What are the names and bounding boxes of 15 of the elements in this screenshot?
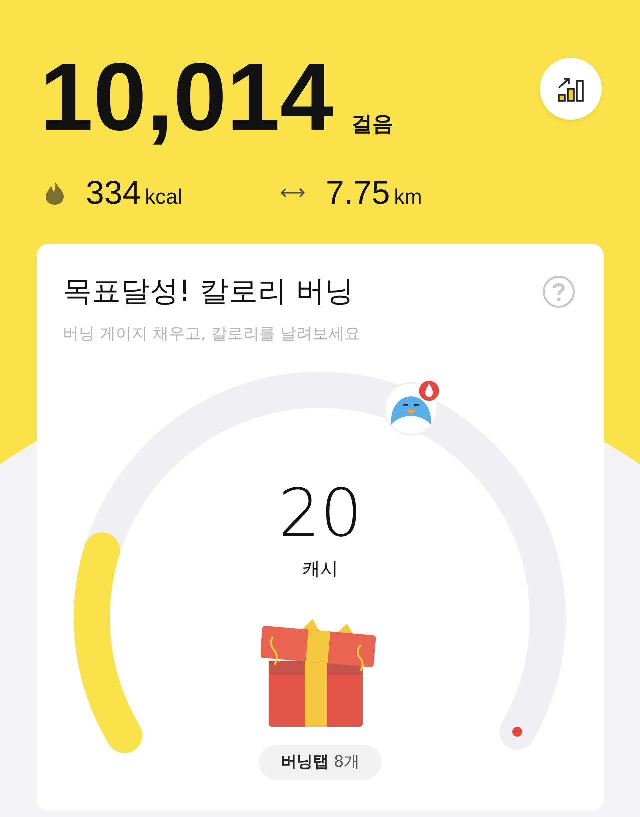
step-count: 10,014 <box>40 50 335 146</box>
card-subtitle: 버닝 게이지 채우고, 칼로리를 날려보세요 <box>62 323 362 345</box>
reward-unit: 캐시 <box>302 558 338 581</box>
card-title: 목표달성! 칼로리 버닝 <box>63 273 354 310</box>
end-dot-icon <box>512 727 522 737</box>
distance-value: 7.75 <box>326 174 390 212</box>
reward-amount: 20 <box>278 481 362 547</box>
distance-unit: km <box>394 186 422 210</box>
penguin-icon <box>384 379 442 436</box>
flame-icon <box>44 180 66 206</box>
burning-tap-count: 버닝탭 8개 <box>258 745 382 780</box>
step-unit: 걸음 <box>352 111 394 138</box>
calorie-unit: kcal <box>145 186 182 210</box>
double-arrow-icon <box>280 187 306 199</box>
calorie-value: 334 <box>86 174 142 212</box>
